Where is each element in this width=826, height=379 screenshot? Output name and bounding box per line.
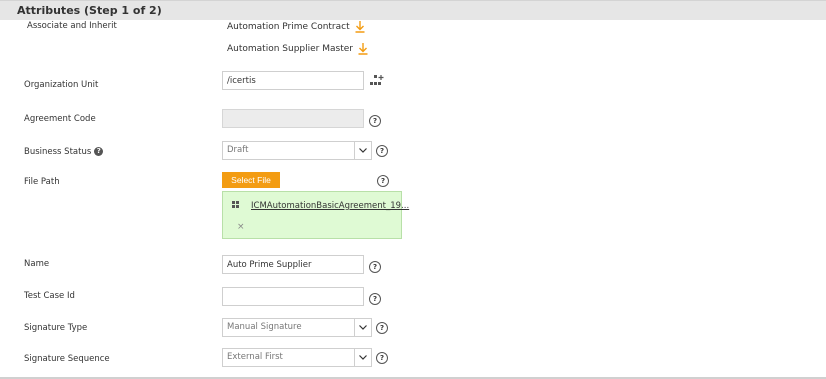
test-case-id-label: Test Case Id — [24, 291, 75, 301]
signature-sequence-value: External First — [227, 352, 283, 362]
signature-sequence-label: Signature Sequence — [24, 354, 110, 364]
file-path-label: File Path — [24, 177, 60, 187]
org-unit-input[interactable]: /icertis — [222, 71, 364, 90]
link-prime-contract-label[interactable]: Automation Prime Contract — [227, 22, 350, 32]
remove-file-icon[interactable]: × — [237, 222, 245, 232]
signature-type-label: Signature Type — [24, 323, 88, 333]
help-icon[interactable]: ? — [376, 352, 388, 364]
link-prime-contract[interactable]: Automation Prime Contract — [227, 21, 365, 33]
signature-type-value: Manual Signature — [227, 322, 302, 332]
business-status-label-text: Business Status — [24, 147, 92, 157]
signature-type-select[interactable]: Manual Signature — [222, 318, 372, 337]
name-label: Name — [24, 259, 50, 269]
help-icon[interactable]: ? — [377, 175, 389, 187]
business-status-select[interactable]: Draft — [222, 141, 372, 160]
section-title: Attributes (Step 1 of 2) — [17, 4, 162, 17]
org-hierarchy-icon[interactable] — [369, 74, 385, 88]
download-icon[interactable] — [355, 21, 365, 33]
chevron-down-icon[interactable] — [354, 319, 371, 336]
help-icon[interactable]: ? — [369, 293, 381, 305]
associate-label: Associate and Inherit — [27, 21, 117, 31]
select-file-button[interactable]: Select File — [222, 172, 280, 188]
help-icon[interactable]: ? — [376, 322, 388, 334]
agreement-code-label: Agreement Code — [24, 114, 96, 124]
download-icon[interactable] — [358, 43, 368, 55]
link-supplier-master[interactable]: Automation Supplier Master — [227, 43, 368, 55]
file-attachment: ICMAutomationBasicAgreement_19... × — [222, 191, 409, 239]
link-supplier-master-label[interactable]: Automation Supplier Master — [227, 44, 353, 54]
agreement-code-input — [222, 109, 364, 128]
name-input[interactable]: Auto Prime Supplier — [222, 255, 364, 274]
info-icon[interactable]: ? — [94, 147, 104, 156]
file-name-link[interactable]: ICMAutomationBasicAgreement_19... — [251, 201, 409, 211]
help-icon[interactable]: ? — [369, 115, 381, 127]
signature-sequence-select[interactable]: External First — [222, 348, 372, 367]
help-icon[interactable]: ? — [376, 145, 388, 157]
chevron-down-icon[interactable] — [354, 349, 371, 366]
business-status-label: Business Status? — [24, 147, 104, 157]
business-status-value: Draft — [227, 145, 249, 155]
org-unit-label: Organization Unit — [24, 80, 99, 90]
chevron-down-icon[interactable] — [354, 142, 371, 159]
section-header: Attributes (Step 1 of 2) — [0, 0, 826, 20]
test-case-id-input[interactable] — [222, 287, 364, 306]
help-icon[interactable]: ? — [369, 261, 381, 273]
file-drag-icon[interactable] — [232, 201, 239, 208]
